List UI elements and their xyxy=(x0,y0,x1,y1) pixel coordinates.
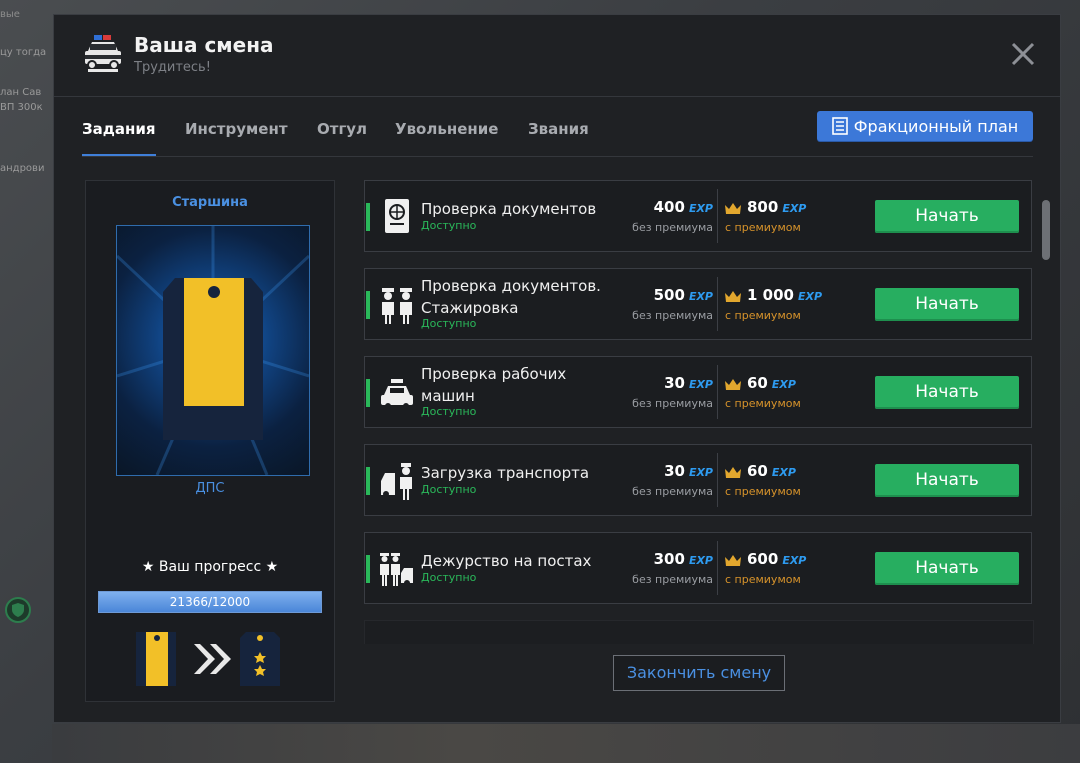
start-button[interactable]: Начать xyxy=(875,288,1019,321)
tab-leave[interactable]: Отгул xyxy=(317,115,367,157)
task-row-partial xyxy=(364,620,1034,644)
tab-tasks[interactable]: Задания xyxy=(82,115,156,157)
reward-base: 500 EXP без премиума xyxy=(632,286,713,322)
start-button[interactable]: Начать xyxy=(875,376,1019,409)
next-rank-icon xyxy=(240,632,280,686)
task-name: Загрузка транспорта xyxy=(421,464,590,482)
task-status: Доступно xyxy=(421,571,477,584)
modal-header: Ваша смена Трудитесь! xyxy=(54,15,1060,97)
rank-panel: Старшина ДПС ★ Ваш прогресс ★ 21366/1200… xyxy=(85,180,335,702)
reward-base: 300 EXP без премиума xyxy=(632,550,713,586)
task-name: Проверка документов xyxy=(421,200,597,218)
crown-icon xyxy=(725,290,741,302)
progress-text: 21366/12000 xyxy=(169,595,251,609)
background-chat: вые цу тогда лан Сав ВП 300к андрови xyxy=(0,0,52,763)
chat-line: цу тогда xyxy=(0,47,47,58)
tab-instrument[interactable]: Инструмент xyxy=(185,115,288,157)
progress-bar: 21366/12000 xyxy=(98,591,322,613)
task-accent xyxy=(366,467,370,495)
reward-base: 30 EXP без премиума xyxy=(632,462,713,498)
chat-line: лан Сав xyxy=(0,87,42,98)
reward-premium: 60 EXP с премиумом xyxy=(725,462,801,498)
progress-label: ★ Ваш прогресс ★ xyxy=(141,559,279,575)
chat-line: ВП 300к xyxy=(0,102,43,113)
task-row: Проверка документов Доступно 400 EXP без … xyxy=(364,180,1032,252)
task-name: Проверка документов. Стажировка xyxy=(421,277,601,317)
rank-name: Старшина xyxy=(172,195,248,210)
crown-icon xyxy=(725,378,741,390)
rank-upgrade-preview xyxy=(136,632,280,686)
scrollbar-thumb[interactable] xyxy=(1042,200,1050,260)
epaulette-icon xyxy=(117,226,309,475)
page-title: Ваша смена xyxy=(134,33,274,57)
task-status: Доступно xyxy=(421,405,477,418)
finish-shift-button[interactable]: Закончить смену xyxy=(613,655,785,691)
shield-icon xyxy=(5,597,31,623)
chevrons-icon xyxy=(194,644,231,674)
start-button[interactable]: Начать xyxy=(875,200,1019,233)
chat-line: андрови xyxy=(0,163,45,174)
task-accent xyxy=(366,203,370,231)
task-name: Проверка рабочих машин xyxy=(421,365,567,405)
task-row: Дежурство на постах Доступно 300 EXP без … xyxy=(364,532,1032,604)
close-icon[interactable] xyxy=(1009,40,1037,68)
crown-icon xyxy=(725,554,741,566)
officers-icon xyxy=(382,288,412,324)
task-accent xyxy=(366,291,370,319)
start-button[interactable]: Начать xyxy=(875,552,1019,585)
current-rank-icon xyxy=(136,632,176,686)
task-row: Проверка документов. Стажировка Доступно … xyxy=(364,268,1032,340)
rank-division: ДПС xyxy=(195,481,225,496)
start-button[interactable]: Начать xyxy=(875,464,1019,497)
car-officer-icon xyxy=(381,463,412,500)
reward-base: 400 EXP без премиума xyxy=(632,198,713,234)
chat-line: вые xyxy=(0,9,20,20)
faction-plan-button[interactable]: Фракционный план xyxy=(817,111,1033,141)
rank-card xyxy=(116,225,310,476)
background-scene xyxy=(52,724,1080,763)
document-list-icon xyxy=(831,117,848,135)
reward-premium: 600 EXP с премиумом xyxy=(725,550,807,586)
reward-premium: 1 000 EXP с премиумом xyxy=(725,286,823,322)
passport-icon xyxy=(385,199,409,233)
crown-icon xyxy=(725,466,741,478)
reward-premium: 60 EXP с премиумом xyxy=(725,374,801,410)
tab-ranks[interactable]: Звания xyxy=(528,115,589,157)
task-accent xyxy=(366,379,370,407)
task-row: Загрузка транспорта Доступно 30 EXP без п… xyxy=(364,444,1032,516)
police-car-icon xyxy=(85,35,121,72)
task-name: Дежурство на постах xyxy=(421,552,592,570)
reward-base: 30 EXP без премиума xyxy=(632,374,713,410)
page-subtitle: Трудитесь! xyxy=(134,60,211,75)
guards-car-icon xyxy=(380,553,413,586)
task-list: Проверка документов Доступно 400 EXP без … xyxy=(364,180,1034,644)
crown-icon xyxy=(725,202,741,214)
police-car-icon xyxy=(381,379,413,409)
task-status: Доступно xyxy=(421,219,477,232)
task-status: Доступно xyxy=(421,483,477,496)
task-row: Проверка рабочих машин Доступно 30 EXP без… xyxy=(364,356,1032,428)
task-accent xyxy=(366,555,370,583)
reward-premium: 800 EXP с премиумом xyxy=(725,198,807,234)
task-status: Доступно xyxy=(421,317,477,330)
shift-modal: Ваша смена Трудитесь! Задания Инструмент… xyxy=(53,14,1061,723)
tab-dismissal[interactable]: Увольнение xyxy=(395,115,498,157)
faction-plan-label: Фракционный план xyxy=(853,116,1019,136)
tabs-divider xyxy=(82,156,1033,157)
